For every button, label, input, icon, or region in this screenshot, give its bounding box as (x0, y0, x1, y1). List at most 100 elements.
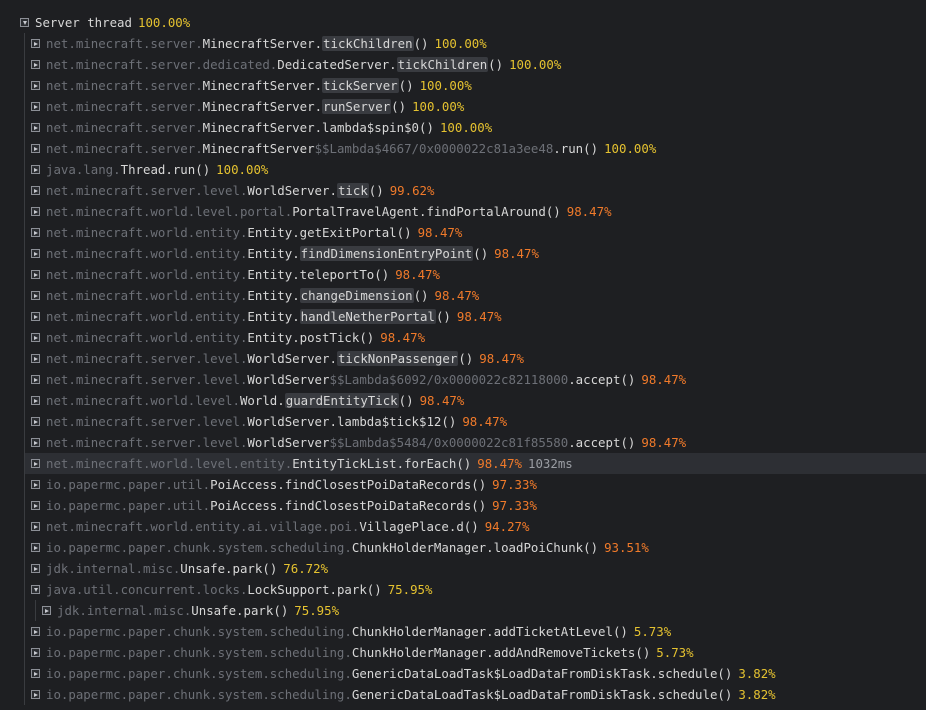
tree-row[interactable]: net.minecraft.world.entity. Entity. postTi… (24, 327, 926, 348)
tree-row[interactable]: net.minecraft.server. MinecraftServer. run… (24, 96, 926, 117)
expand-toggle-icon[interactable] (31, 627, 40, 636)
expand-toggle-icon[interactable] (31, 501, 40, 510)
percentage: 100.00% (509, 57, 562, 72)
member-dot: . (292, 246, 300, 261)
expand-toggle-icon[interactable] (31, 207, 40, 216)
expand-toggle-icon[interactable] (31, 375, 40, 384)
expand-toggle-icon[interactable] (31, 333, 40, 342)
expand-toggle-icon[interactable] (31, 690, 40, 699)
package-name: net.minecraft.world.level.entity. (46, 456, 293, 471)
tree-row[interactable]: net.minecraft.world.entity. Entity. findDi… (24, 243, 926, 264)
expand-toggle-icon[interactable] (31, 459, 40, 468)
collapse-toggle-icon[interactable] (20, 18, 29, 27)
expand-toggle-icon[interactable] (31, 648, 40, 657)
method-name: tickServer (322, 78, 399, 93)
tree-row[interactable]: net.minecraft.server.level. WorldServer $$… (24, 432, 926, 453)
percentage: 98.47% (641, 372, 687, 387)
tree-row[interactable]: java.util.concurrent.locks. LockSupport. p… (24, 579, 926, 600)
expand-toggle-icon[interactable] (31, 291, 40, 300)
member-dot: . (314, 78, 323, 93)
tree-row[interactable]: net.minecraft.world.level. World. guardEnt… (24, 390, 926, 411)
method-name: schedule (657, 666, 718, 681)
tree-row[interactable]: net.minecraft.server. MinecraftServer. lam… (24, 117, 926, 138)
expand-toggle-icon[interactable] (31, 522, 40, 531)
class-name: WorldServer (247, 435, 330, 450)
method-name: guardEntityTick (284, 393, 399, 408)
tree-row[interactable]: net.minecraft.server. MinecraftServer. tic… (24, 33, 926, 54)
package-name: net.minecraft.server. (46, 36, 203, 51)
expand-toggle-icon[interactable] (31, 102, 40, 111)
percentage: 76.72% (283, 561, 329, 576)
tree-row[interactable]: net.minecraft.server.level. WorldServer. t… (24, 180, 926, 201)
expand-toggle-icon[interactable] (31, 438, 40, 447)
member-dot: . (396, 456, 405, 471)
tree-row[interactable]: io.papermc.paper.util. PoiAccess. findClos… (24, 495, 926, 516)
tree-row[interactable]: net.minecraft.world.level.portal. PortalT… (24, 201, 926, 222)
tree-row[interactable]: net.minecraft.server.level. WorldServer. t… (24, 348, 926, 369)
method-parens: () (471, 477, 487, 492)
expand-toggle-icon[interactable] (31, 396, 40, 405)
class-name: World (239, 393, 278, 408)
member-dot: . (650, 687, 658, 702)
expand-toggle-icon[interactable] (31, 144, 40, 153)
expand-toggle-icon[interactable] (31, 228, 40, 237)
tree-row[interactable]: io.papermc.paper.chunk.system.scheduling… (24, 684, 926, 705)
tree-row[interactable]: net.minecraft.server.dedicated. Dedicated… (24, 54, 926, 75)
expand-toggle-icon[interactable] (31, 60, 40, 69)
method-parens: () (391, 99, 407, 114)
tree-row[interactable]: net.minecraft.world.entity.ai.village.po… (24, 516, 926, 537)
method-parens: () (374, 267, 390, 282)
expand-toggle-icon[interactable] (31, 186, 40, 195)
tree-row[interactable]: net.minecraft.world.entity. Entity. telepo… (24, 264, 926, 285)
package-name: net.minecraft.server.level. (46, 435, 248, 450)
method-parens: () (612, 624, 628, 639)
member-dot: . (486, 624, 494, 639)
expand-toggle-icon[interactable] (31, 354, 40, 363)
lambda-suffix: $$Lambda$4667/0x0000022c81a3ee48 (314, 141, 554, 156)
tree-row[interactable]: io.papermc.paper.chunk.system.scheduling… (24, 537, 926, 558)
indent-guide (24, 453, 25, 474)
package-name: io.papermc.paper.chunk.system.scheduling… (46, 540, 352, 555)
tree-row[interactable]: net.minecraft.server. MinecraftServer. tic… (24, 75, 926, 96)
expand-toggle-icon[interactable] (31, 39, 40, 48)
package-name: net.minecraft.server. (46, 78, 203, 93)
expand-toggle-icon[interactable] (31, 81, 40, 90)
method-name: park (232, 561, 263, 576)
method-name: lambda$spin$0 (322, 120, 420, 135)
expand-toggle-icon[interactable] (31, 669, 40, 678)
expand-toggle-icon[interactable] (31, 312, 40, 321)
expand-toggle-icon[interactable] (31, 123, 40, 132)
collapse-toggle-icon[interactable] (31, 585, 40, 594)
tree-row[interactable]: io.papermc.paper.chunk.system.scheduling… (24, 663, 926, 684)
package-name: net.minecraft.server. (46, 120, 203, 135)
tree-row[interactable]: io.papermc.paper.chunk.system.scheduling… (24, 621, 926, 642)
expand-toggle-icon[interactable] (42, 606, 51, 615)
indent-guide (24, 75, 25, 96)
tree-row[interactable]: jdk.internal.misc. Unsafe. park() 75.95% (24, 600, 926, 621)
tree-row[interactable]: net.minecraft.world.entity. Entity. handle… (24, 306, 926, 327)
tree-row[interactable]: net.minecraft.world.level.entity. EntityT… (24, 453, 926, 474)
tree-root-row[interactable]: Server thread 100.00% (0, 12, 926, 33)
expand-toggle-icon[interactable] (31, 564, 40, 573)
tree-row[interactable]: net.minecraft.server.level. WorldServer $$… (24, 369, 926, 390)
method-name: getExitPortal (299, 225, 397, 240)
tree-row[interactable]: net.minecraft.server. MinecraftServer $$La… (24, 138, 926, 159)
expand-toggle-icon[interactable] (31, 543, 40, 552)
method-parens: () (273, 603, 289, 618)
expand-toggle-icon[interactable] (31, 165, 40, 174)
expand-toggle-icon[interactable] (31, 480, 40, 489)
expand-toggle-icon[interactable] (31, 417, 40, 426)
percentage: 98.47% (456, 309, 502, 324)
method-name: accept (575, 435, 621, 450)
expand-toggle-icon[interactable] (31, 270, 40, 279)
percentage: 100.00% (439, 120, 493, 135)
tree-row[interactable]: java.lang. Thread. run() 100.00% (24, 159, 926, 180)
tree-row[interactable]: io.papermc.paper.util. PoiAccess. findClos… (24, 474, 926, 495)
method-name: run (172, 162, 196, 177)
tree-row[interactable]: io.papermc.paper.chunk.system.scheduling… (24, 642, 926, 663)
tree-row[interactable]: jdk.internal.misc. Unsafe. park() 76.72% (24, 558, 926, 579)
tree-row[interactable]: net.minecraft.world.entity. Entity. change… (24, 285, 926, 306)
expand-toggle-icon[interactable] (31, 249, 40, 258)
tree-row[interactable]: net.minecraft.server.level. WorldServer. l… (24, 411, 926, 432)
tree-row[interactable]: net.minecraft.world.entity. Entity. getExi… (24, 222, 926, 243)
